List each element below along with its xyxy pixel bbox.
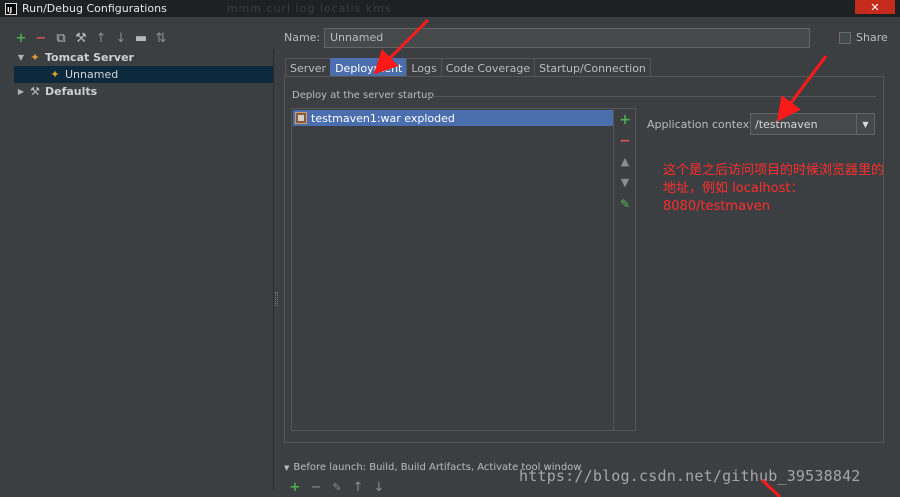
move-down-icon[interactable]: ↓	[114, 31, 128, 45]
remove-icon[interactable]: −	[309, 480, 323, 494]
group-divider	[428, 96, 876, 97]
remove-icon[interactable]: −	[34, 31, 48, 45]
artifact-list: testmaven1:war exploded + − ▲ ▼ ✎	[291, 108, 636, 431]
configuration-tree: ▼ ✦ Tomcat Server ✦ Unnamed ▶ ⚒ Defaults	[14, 49, 274, 490]
name-label: Name:	[284, 31, 321, 44]
tab-bar: Server Deployment Logs Code Coverage Sta…	[285, 58, 651, 77]
add-icon[interactable]: +	[288, 480, 302, 494]
application-context-combo[interactable]: /testmaven ▼	[750, 113, 875, 135]
before-launch-toolbar: + − ✎ ↑ ↓	[288, 480, 386, 494]
add-artifact-button[interactable]: +	[614, 109, 636, 130]
tab-startup-connection[interactable]: Startup/Connection	[534, 58, 651, 77]
chevron-down-icon[interactable]: ▼	[856, 114, 874, 134]
tab-code-coverage[interactable]: Code Coverage	[440, 58, 536, 77]
collapse-arrow-icon[interactable]: ▼	[284, 464, 289, 472]
deployment-panel: Deploy at the server startup testmaven1:…	[284, 76, 884, 443]
add-icon[interactable]: +	[14, 31, 28, 45]
splitter-handle[interactable]	[275, 292, 278, 306]
copy-icon[interactable]: ⧉	[54, 31, 68, 45]
close-button[interactable]: ✕	[855, 0, 895, 14]
tab-deployment[interactable]: Deployment	[330, 58, 408, 77]
expand-arrow-icon[interactable]: ▼	[14, 53, 28, 62]
tree-item-label: Defaults	[45, 85, 98, 98]
tab-logs[interactable]: Logs	[406, 58, 442, 77]
sort-icon[interactable]: ⇅	[154, 31, 168, 45]
intellij-icon: IJ	[5, 2, 17, 15]
wrench-icon[interactable]: ⚒	[74, 31, 88, 45]
tree-item-defaults[interactable]: ▶ ⚒ Defaults	[14, 83, 273, 100]
share-checkbox[interactable]: Share	[839, 31, 888, 44]
window-title: Run/Debug Configurations	[22, 2, 167, 15]
share-label: Share	[856, 31, 888, 44]
tomcat-icon: ✦	[30, 51, 40, 64]
tomcat-icon: ✦	[50, 68, 60, 81]
artifact-label: testmaven1:war exploded	[311, 111, 455, 125]
edit-pencil-icon[interactable]: ✎	[614, 193, 636, 214]
background-window-title: mmm curl log localis kms	[226, 2, 392, 15]
move-down-icon[interactable]: ▼	[614, 172, 636, 193]
application-context-label: Application context:	[647, 118, 758, 131]
move-down-icon[interactable]: ↓	[372, 480, 386, 494]
move-up-icon[interactable]: ↑	[94, 31, 108, 45]
folder-icon[interactable]: ▬	[134, 31, 148, 45]
collapse-arrow-icon[interactable]: ▶	[14, 87, 28, 96]
title-bar: IJ Run/Debug Configurations mmm curl log…	[0, 0, 900, 17]
config-toolbar: + − ⧉ ⚒ ↑ ↓ ▬ ⇅	[14, 29, 168, 47]
tree-item-unnamed[interactable]: ✦ Unnamed	[14, 66, 273, 83]
artifact-icon	[295, 112, 307, 124]
annotation-note: 这个是之后访问项目的时候浏览器里的地址，例如 localhost：8080/te…	[663, 163, 885, 214]
list-side-toolbar: + − ▲ ▼ ✎	[613, 109, 635, 430]
move-up-icon[interactable]: ▲	[614, 151, 636, 172]
edit-pencil-icon[interactable]: ✎	[330, 480, 344, 494]
tree-item-label: Unnamed	[65, 68, 119, 81]
list-item[interactable]: testmaven1:war exploded	[293, 110, 613, 126]
wrench-icon: ⚒	[30, 85, 40, 98]
watermark: https://blog.csdn.net/github_39538842	[519, 467, 861, 485]
application-context-value[interactable]: /testmaven	[751, 118, 856, 131]
tab-server[interactable]: Server	[285, 58, 332, 77]
name-input[interactable]: Unnamed	[324, 28, 810, 48]
tree-item-tomcat-server[interactable]: ▼ ✦ Tomcat Server	[14, 49, 273, 66]
move-up-icon[interactable]: ↑	[351, 480, 365, 494]
tree-item-label: Tomcat Server	[45, 51, 134, 64]
remove-artifact-button[interactable]: −	[614, 130, 636, 151]
group-title: Deploy at the server startup	[292, 90, 434, 101]
checkbox-icon[interactable]	[839, 31, 851, 44]
